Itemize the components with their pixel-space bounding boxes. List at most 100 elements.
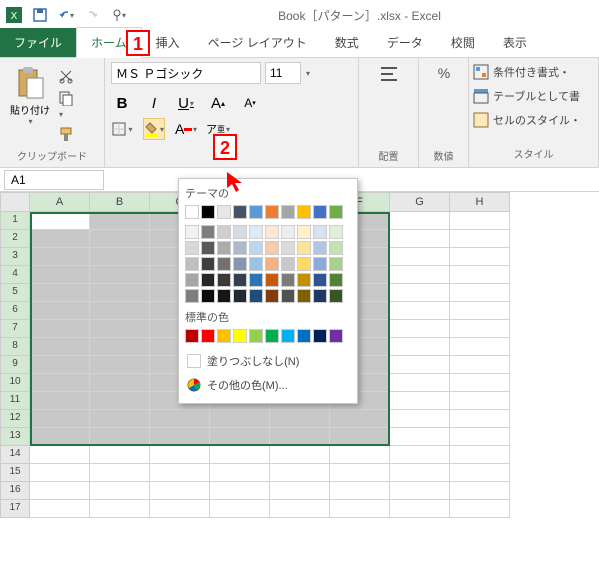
font-size-combo[interactable] <box>265 62 301 84</box>
color-swatch[interactable] <box>265 273 279 287</box>
color-swatch[interactable] <box>313 289 327 303</box>
color-swatch[interactable] <box>217 329 231 343</box>
cell[interactable] <box>210 446 270 464</box>
col-header-H[interactable]: H <box>450 192 510 212</box>
cell[interactable] <box>450 230 510 248</box>
redo-icon[interactable] <box>84 7 100 23</box>
cell-styles-button[interactable]: セルのスタイル・ <box>473 112 594 128</box>
row-header-7[interactable]: 7 <box>0 320 30 338</box>
shrink-font-button[interactable]: A▾ <box>239 92 261 114</box>
cell[interactable] <box>30 482 90 500</box>
color-swatch[interactable] <box>281 329 295 343</box>
row-header-17[interactable]: 17 <box>0 500 30 518</box>
tab-file[interactable]: ファイル <box>0 28 76 57</box>
color-swatch[interactable] <box>185 289 199 303</box>
cell[interactable] <box>330 500 390 518</box>
color-swatch[interactable] <box>329 241 343 255</box>
color-swatch[interactable] <box>313 205 327 219</box>
cell[interactable] <box>90 428 150 446</box>
color-swatch[interactable] <box>297 241 311 255</box>
cell[interactable] <box>30 392 90 410</box>
color-swatch[interactable] <box>265 329 279 343</box>
row-header-8[interactable]: 8 <box>0 338 30 356</box>
color-swatch[interactable] <box>281 241 295 255</box>
color-swatch[interactable] <box>217 241 231 255</box>
color-swatch[interactable] <box>201 241 215 255</box>
cell[interactable] <box>30 302 90 320</box>
format-painter-icon[interactable] <box>58 126 74 142</box>
color-swatch[interactable] <box>281 225 295 239</box>
color-swatch[interactable] <box>281 205 295 219</box>
cell[interactable] <box>390 356 450 374</box>
cell[interactable] <box>150 428 210 446</box>
color-swatch[interactable] <box>185 241 199 255</box>
row-header-9[interactable]: 9 <box>0 356 30 374</box>
color-swatch[interactable] <box>297 273 311 287</box>
tab-review[interactable]: 校閲 <box>437 28 489 57</box>
color-swatch[interactable] <box>297 329 311 343</box>
touch-mode-icon[interactable]: ▾ <box>110 7 126 23</box>
cell[interactable] <box>270 500 330 518</box>
color-swatch[interactable] <box>233 273 247 287</box>
cell[interactable] <box>390 212 450 230</box>
color-swatch[interactable] <box>249 289 263 303</box>
cell[interactable] <box>270 428 330 446</box>
color-swatch[interactable] <box>265 241 279 255</box>
cell[interactable] <box>30 248 90 266</box>
cell[interactable] <box>210 410 270 428</box>
col-header-A[interactable]: A <box>30 192 90 212</box>
italic-button[interactable]: I <box>143 92 165 114</box>
format-table-button[interactable]: テーブルとして書 <box>473 88 594 104</box>
color-swatch[interactable] <box>185 225 199 239</box>
cell[interactable] <box>210 500 270 518</box>
cell[interactable] <box>90 284 150 302</box>
color-swatch[interactable] <box>185 205 199 219</box>
row-header-13[interactable]: 13 <box>0 428 30 446</box>
color-swatch[interactable] <box>329 273 343 287</box>
col-header-B[interactable]: B <box>90 192 150 212</box>
cell[interactable] <box>90 320 150 338</box>
row-header-1[interactable]: 1 <box>0 212 30 230</box>
cell[interactable] <box>390 248 450 266</box>
color-swatch[interactable] <box>265 225 279 239</box>
color-swatch[interactable] <box>233 329 247 343</box>
cell[interactable] <box>30 266 90 284</box>
cell[interactable] <box>450 392 510 410</box>
cell[interactable] <box>90 392 150 410</box>
color-swatch[interactable] <box>249 205 263 219</box>
cell[interactable] <box>30 428 90 446</box>
cell[interactable] <box>450 248 510 266</box>
color-swatch[interactable] <box>313 257 327 271</box>
color-swatch[interactable] <box>329 205 343 219</box>
color-swatch[interactable] <box>297 289 311 303</box>
row-header-2[interactable]: 2 <box>0 230 30 248</box>
cell[interactable] <box>390 374 450 392</box>
cell[interactable] <box>270 446 330 464</box>
row-header-16[interactable]: 16 <box>0 482 30 500</box>
color-swatch[interactable] <box>281 257 295 271</box>
cell[interactable] <box>30 410 90 428</box>
cell[interactable] <box>90 374 150 392</box>
row-header-10[interactable]: 10 <box>0 374 30 392</box>
cell[interactable] <box>450 500 510 518</box>
color-swatch[interactable] <box>249 329 263 343</box>
color-swatch[interactable] <box>185 257 199 271</box>
color-swatch[interactable] <box>201 273 215 287</box>
color-swatch[interactable] <box>329 289 343 303</box>
color-swatch[interactable] <box>297 205 311 219</box>
color-swatch[interactable] <box>185 273 199 287</box>
cell[interactable] <box>450 212 510 230</box>
no-fill-item[interactable]: 塗りつぶしなし(N) <box>185 349 351 373</box>
conditional-format-button[interactable]: 条件付き書式・ <box>473 64 594 80</box>
color-swatch[interactable] <box>265 257 279 271</box>
color-swatch[interactable] <box>313 225 327 239</box>
cell[interactable] <box>390 302 450 320</box>
col-header-G[interactable]: G <box>390 192 450 212</box>
grow-font-button[interactable]: A▴ <box>207 92 229 114</box>
cell[interactable] <box>450 410 510 428</box>
tab-formulas[interactable]: 数式 <box>321 28 373 57</box>
color-swatch[interactable] <box>233 241 247 255</box>
cell[interactable] <box>210 428 270 446</box>
undo-icon[interactable]: ▾ <box>58 7 74 23</box>
number-icon[interactable]: % <box>432 62 456 86</box>
